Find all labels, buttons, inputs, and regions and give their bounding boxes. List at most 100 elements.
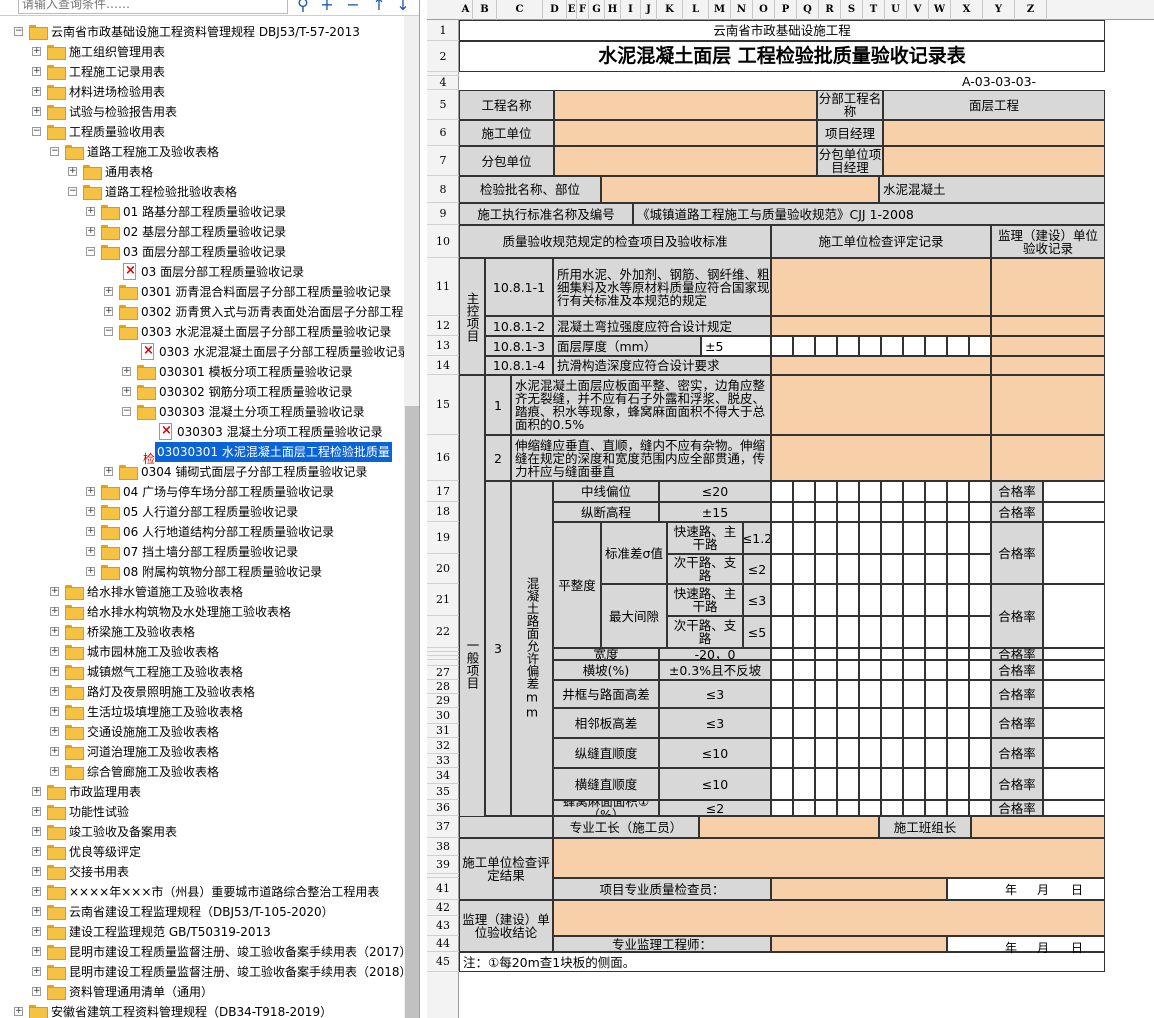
measure-cell[interactable] [771, 768, 793, 800]
super-cell[interactable] [991, 336, 1105, 356]
tree-node[interactable]: + 优良等级评定 [0, 842, 404, 862]
expand-icon[interactable]: + [32, 907, 41, 916]
expand-icon[interactable]: + [122, 367, 131, 376]
input-foreman[interactable] [699, 816, 879, 838]
expand-icon[interactable]: + [32, 807, 41, 816]
row-header[interactable]: 31 [427, 724, 459, 738]
expand-icon[interactable]: + [32, 847, 41, 856]
expand-icon[interactable]: + [32, 987, 41, 996]
row-header[interactable]: 10 [427, 225, 459, 258]
row-header[interactable]: 21 [427, 584, 459, 616]
tree-node[interactable]: +08 附属构筑物分部工程质量验收记录 [0, 562, 404, 582]
column-header[interactable]: M [709, 0, 731, 20]
tree-node[interactable]: + 城市园林施工及验收表格 [0, 642, 404, 662]
measure-cell[interactable] [859, 481, 881, 502]
tree-node[interactable]: +06 人行地道结构分部工程质量验收记录 [0, 522, 404, 542]
row-header[interactable]: 34 [427, 768, 459, 784]
row-header[interactable]: 38 [427, 838, 459, 856]
measure-cell[interactable] [925, 502, 947, 522]
column-header[interactable]: X [951, 0, 983, 20]
input-pm[interactable] [883, 120, 1105, 146]
expand-icon[interactable]: + [86, 527, 95, 536]
expand-icon[interactable]: + [86, 227, 95, 236]
arrow-down-icon[interactable]: ↓ [394, 0, 412, 14]
measure-cell[interactable] [771, 738, 793, 768]
measure-cell[interactable] [925, 584, 947, 616]
tree-node[interactable]: + 城镇燃气工程施工及验收表格 [0, 662, 404, 682]
column-header[interactable]: C [497, 0, 543, 20]
measure-cell[interactable] [947, 708, 969, 738]
collapse-icon[interactable]: − [50, 147, 59, 156]
measure-cell[interactable] [881, 522, 903, 554]
tree-node[interactable]: + 功能性试验 [0, 802, 404, 822]
pass-rate-value[interactable] [1043, 660, 1105, 680]
measure-cell[interactable] [793, 738, 815, 768]
expand-icon[interactable]: + [32, 107, 41, 116]
input-contractor-eval[interactable] [553, 838, 1105, 878]
collapse-icon[interactable]: − [32, 127, 41, 136]
measure-cell[interactable] [947, 738, 969, 768]
row-header[interactable]: 4 [427, 76, 459, 90]
measure-cell[interactable] [837, 738, 859, 768]
expand-icon[interactable]: + [50, 607, 59, 616]
arrow-up-icon[interactable]: ↑ [370, 0, 388, 14]
measure-cell[interactable] [925, 336, 947, 356]
measure-cell[interactable] [771, 554, 793, 584]
column-header[interactable]: B [473, 0, 497, 20]
pass-rate-value[interactable] [1043, 584, 1105, 648]
tree-node[interactable]: + 交接书用表 [0, 862, 404, 882]
measure-cell[interactable] [947, 584, 969, 616]
tree-node[interactable]: + 交通设施施工及验收表格 [0, 722, 404, 742]
tree-node[interactable]: + 资料管理通用清单（通用） [0, 982, 404, 1002]
column-header[interactable]: W [929, 0, 951, 20]
super-cell[interactable] [991, 375, 1105, 435]
column-header[interactable]: Y [983, 0, 1015, 20]
measure-cell[interactable] [815, 502, 837, 522]
measure-cell[interactable] [969, 648, 991, 660]
row-header[interactable]: 5 [427, 90, 459, 120]
measure-cell[interactable] [793, 800, 815, 816]
measure-cell[interactable] [969, 336, 991, 356]
row-header[interactable]: 39 [427, 856, 459, 874]
tree-node[interactable]: + 建设工程监理规范 GB/T50319-2013 [0, 922, 404, 942]
row-header[interactable]: 16 [427, 435, 459, 481]
measure-cell[interactable] [793, 502, 815, 522]
pass-rate-value[interactable] [1043, 648, 1105, 660]
row-header[interactable]: 17 [427, 481, 459, 502]
expand-icon[interactable]: + [86, 507, 95, 516]
measure-cell[interactable] [969, 554, 991, 584]
expand-icon[interactable]: + [32, 867, 41, 876]
super-cell[interactable] [991, 435, 1105, 481]
measure-cell[interactable] [881, 800, 903, 816]
expand-icon[interactable]: + [32, 787, 41, 796]
row-header[interactable]: 42 [427, 900, 459, 916]
tree-node[interactable]: + 材料进场检验用表 [0, 82, 404, 102]
tree-node[interactable]: +030302 钢筋分项工程质量验收记录 [0, 382, 404, 402]
tree-node[interactable]: + 生活垃圾填埋施工及验收表格 [0, 702, 404, 722]
expand-icon[interactable]: + [50, 647, 59, 656]
tree-node[interactable]: − 道路工程检验批验收表格 [0, 182, 404, 202]
expand-icon[interactable]: + [104, 287, 113, 296]
measure-cell[interactable] [903, 648, 925, 660]
pass-rate-value[interactable] [1043, 680, 1105, 708]
row-header[interactable]: 15 [427, 375, 459, 435]
measure-cell[interactable] [925, 481, 947, 502]
measure-cell[interactable] [903, 800, 925, 816]
measure-cell[interactable] [859, 680, 881, 708]
search-icon[interactable]: ⚲ [294, 0, 312, 14]
measure-cell[interactable] [881, 554, 903, 584]
tree-node[interactable]: + 市政监理用表 [0, 782, 404, 802]
row-header[interactable]: 27 [427, 666, 459, 680]
measure-cell[interactable] [947, 481, 969, 502]
tree-node[interactable]: + 安徽省建筑工程资料管理规程（DB34-T918-2019） [0, 1002, 404, 1018]
measure-cell[interactable] [837, 616, 859, 648]
remove-icon[interactable]: − [344, 0, 362, 14]
column-header[interactable]: O [753, 0, 775, 20]
measure-cell[interactable] [771, 502, 793, 522]
tree-node[interactable]: +07 挡土墙分部工程质量验收记录 [0, 542, 404, 562]
tree-node[interactable]: − 030303 混凝土分项工程质量验收记录 [0, 402, 404, 422]
measure-cell[interactable] [969, 680, 991, 708]
input-engineer[interactable] [771, 936, 947, 952]
expand-icon[interactable]: + [32, 947, 41, 956]
measure-cell[interactable] [837, 660, 859, 680]
